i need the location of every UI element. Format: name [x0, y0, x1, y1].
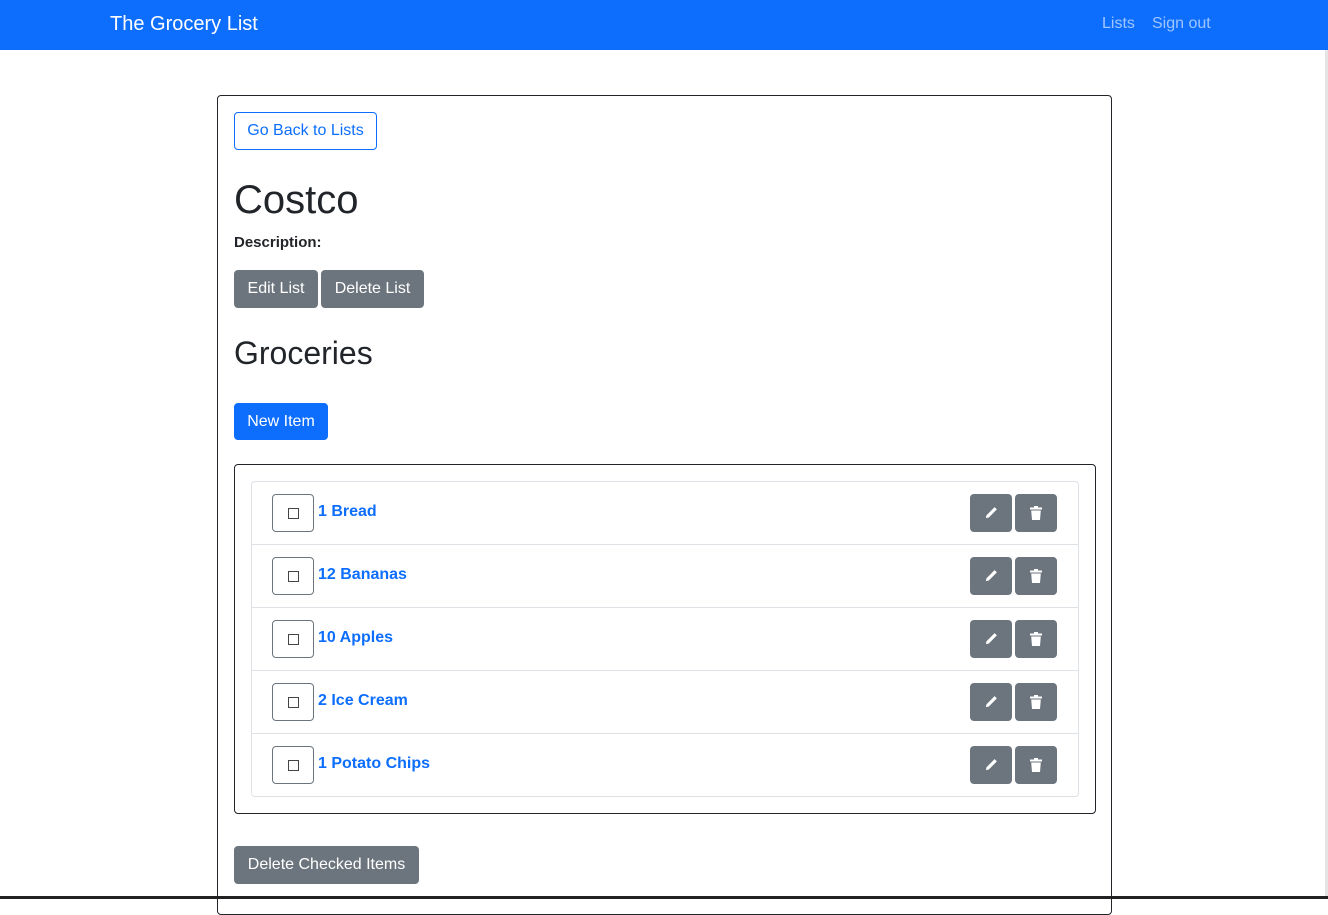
- groceries-heading: Groceries: [234, 335, 373, 371]
- nav-link-lists[interactable]: Lists: [1102, 14, 1135, 34]
- navbar: The Grocery List Lists Sign out: [0, 0, 1328, 50]
- list-item: 2 Ice Cream: [252, 671, 1078, 734]
- list-item: 1 Potato Chips: [252, 734, 1078, 796]
- checkbox-square-icon: [287, 570, 299, 582]
- item-link[interactable]: 10 Apples: [318, 628, 393, 648]
- trash-icon: [1030, 695, 1042, 709]
- list-item: 1 Bread: [252, 482, 1078, 545]
- item-checkbox[interactable]: [272, 557, 314, 595]
- item-checkbox[interactable]: [272, 683, 314, 721]
- item-link[interactable]: 12 Bananas: [318, 565, 407, 585]
- items-list: 1 Bread 12 Bananas 10 Apples 2 Ice Cream…: [251, 481, 1079, 797]
- list-title: Costco: [234, 178, 359, 222]
- list-item: 12 Bananas: [252, 545, 1078, 608]
- delete-item-button[interactable]: [1015, 557, 1057, 595]
- trash-icon: [1030, 632, 1042, 646]
- item-link[interactable]: 1 Potato Chips: [318, 754, 430, 774]
- edit-item-button[interactable]: [970, 683, 1012, 721]
- item-checkbox[interactable]: [272, 620, 314, 658]
- item-link[interactable]: 1 Bread: [318, 502, 377, 522]
- trash-icon: [1030, 506, 1042, 520]
- item-checkbox[interactable]: [272, 494, 314, 532]
- delete-item-button[interactable]: [1015, 683, 1057, 721]
- trash-icon: [1030, 758, 1042, 772]
- list-card: Go Back to Lists Costco Description: Edi…: [217, 95, 1112, 915]
- pencil-icon: [985, 696, 997, 708]
- checkbox-square-icon: [287, 507, 299, 519]
- new-item-button[interactable]: New Item: [234, 403, 328, 440]
- delete-item-button[interactable]: [1015, 746, 1057, 784]
- items-container: 1 Bread 12 Bananas 10 Apples 2 Ice Cream…: [234, 464, 1096, 814]
- nav-link-sign-out[interactable]: Sign out: [1152, 14, 1211, 34]
- delete-list-button[interactable]: Delete List: [321, 270, 424, 308]
- edit-item-button[interactable]: [970, 746, 1012, 784]
- item-checkbox[interactable]: [272, 746, 314, 784]
- delete-item-button[interactable]: [1015, 620, 1057, 658]
- edit-item-button[interactable]: [970, 620, 1012, 658]
- item-link[interactable]: 2 Ice Cream: [318, 691, 408, 711]
- checkbox-square-icon: [287, 759, 299, 771]
- list-item: 10 Apples: [252, 608, 1078, 671]
- edit-item-button[interactable]: [970, 494, 1012, 532]
- trash-icon: [1030, 569, 1042, 583]
- delete-item-button[interactable]: [1015, 494, 1057, 532]
- description-label: Description:: [234, 234, 322, 251]
- pencil-icon: [985, 570, 997, 582]
- checkbox-square-icon: [287, 696, 299, 708]
- checkbox-square-icon: [287, 633, 299, 645]
- delete-checked-items-button[interactable]: Delete Checked Items: [234, 846, 419, 884]
- go-back-button[interactable]: Go Back to Lists: [234, 112, 377, 150]
- edit-list-button[interactable]: Edit List: [234, 270, 318, 308]
- brand-title[interactable]: The Grocery List: [110, 12, 258, 36]
- pencil-icon: [985, 759, 997, 771]
- pencil-icon: [985, 633, 997, 645]
- edit-item-button[interactable]: [970, 557, 1012, 595]
- pencil-icon: [985, 507, 997, 519]
